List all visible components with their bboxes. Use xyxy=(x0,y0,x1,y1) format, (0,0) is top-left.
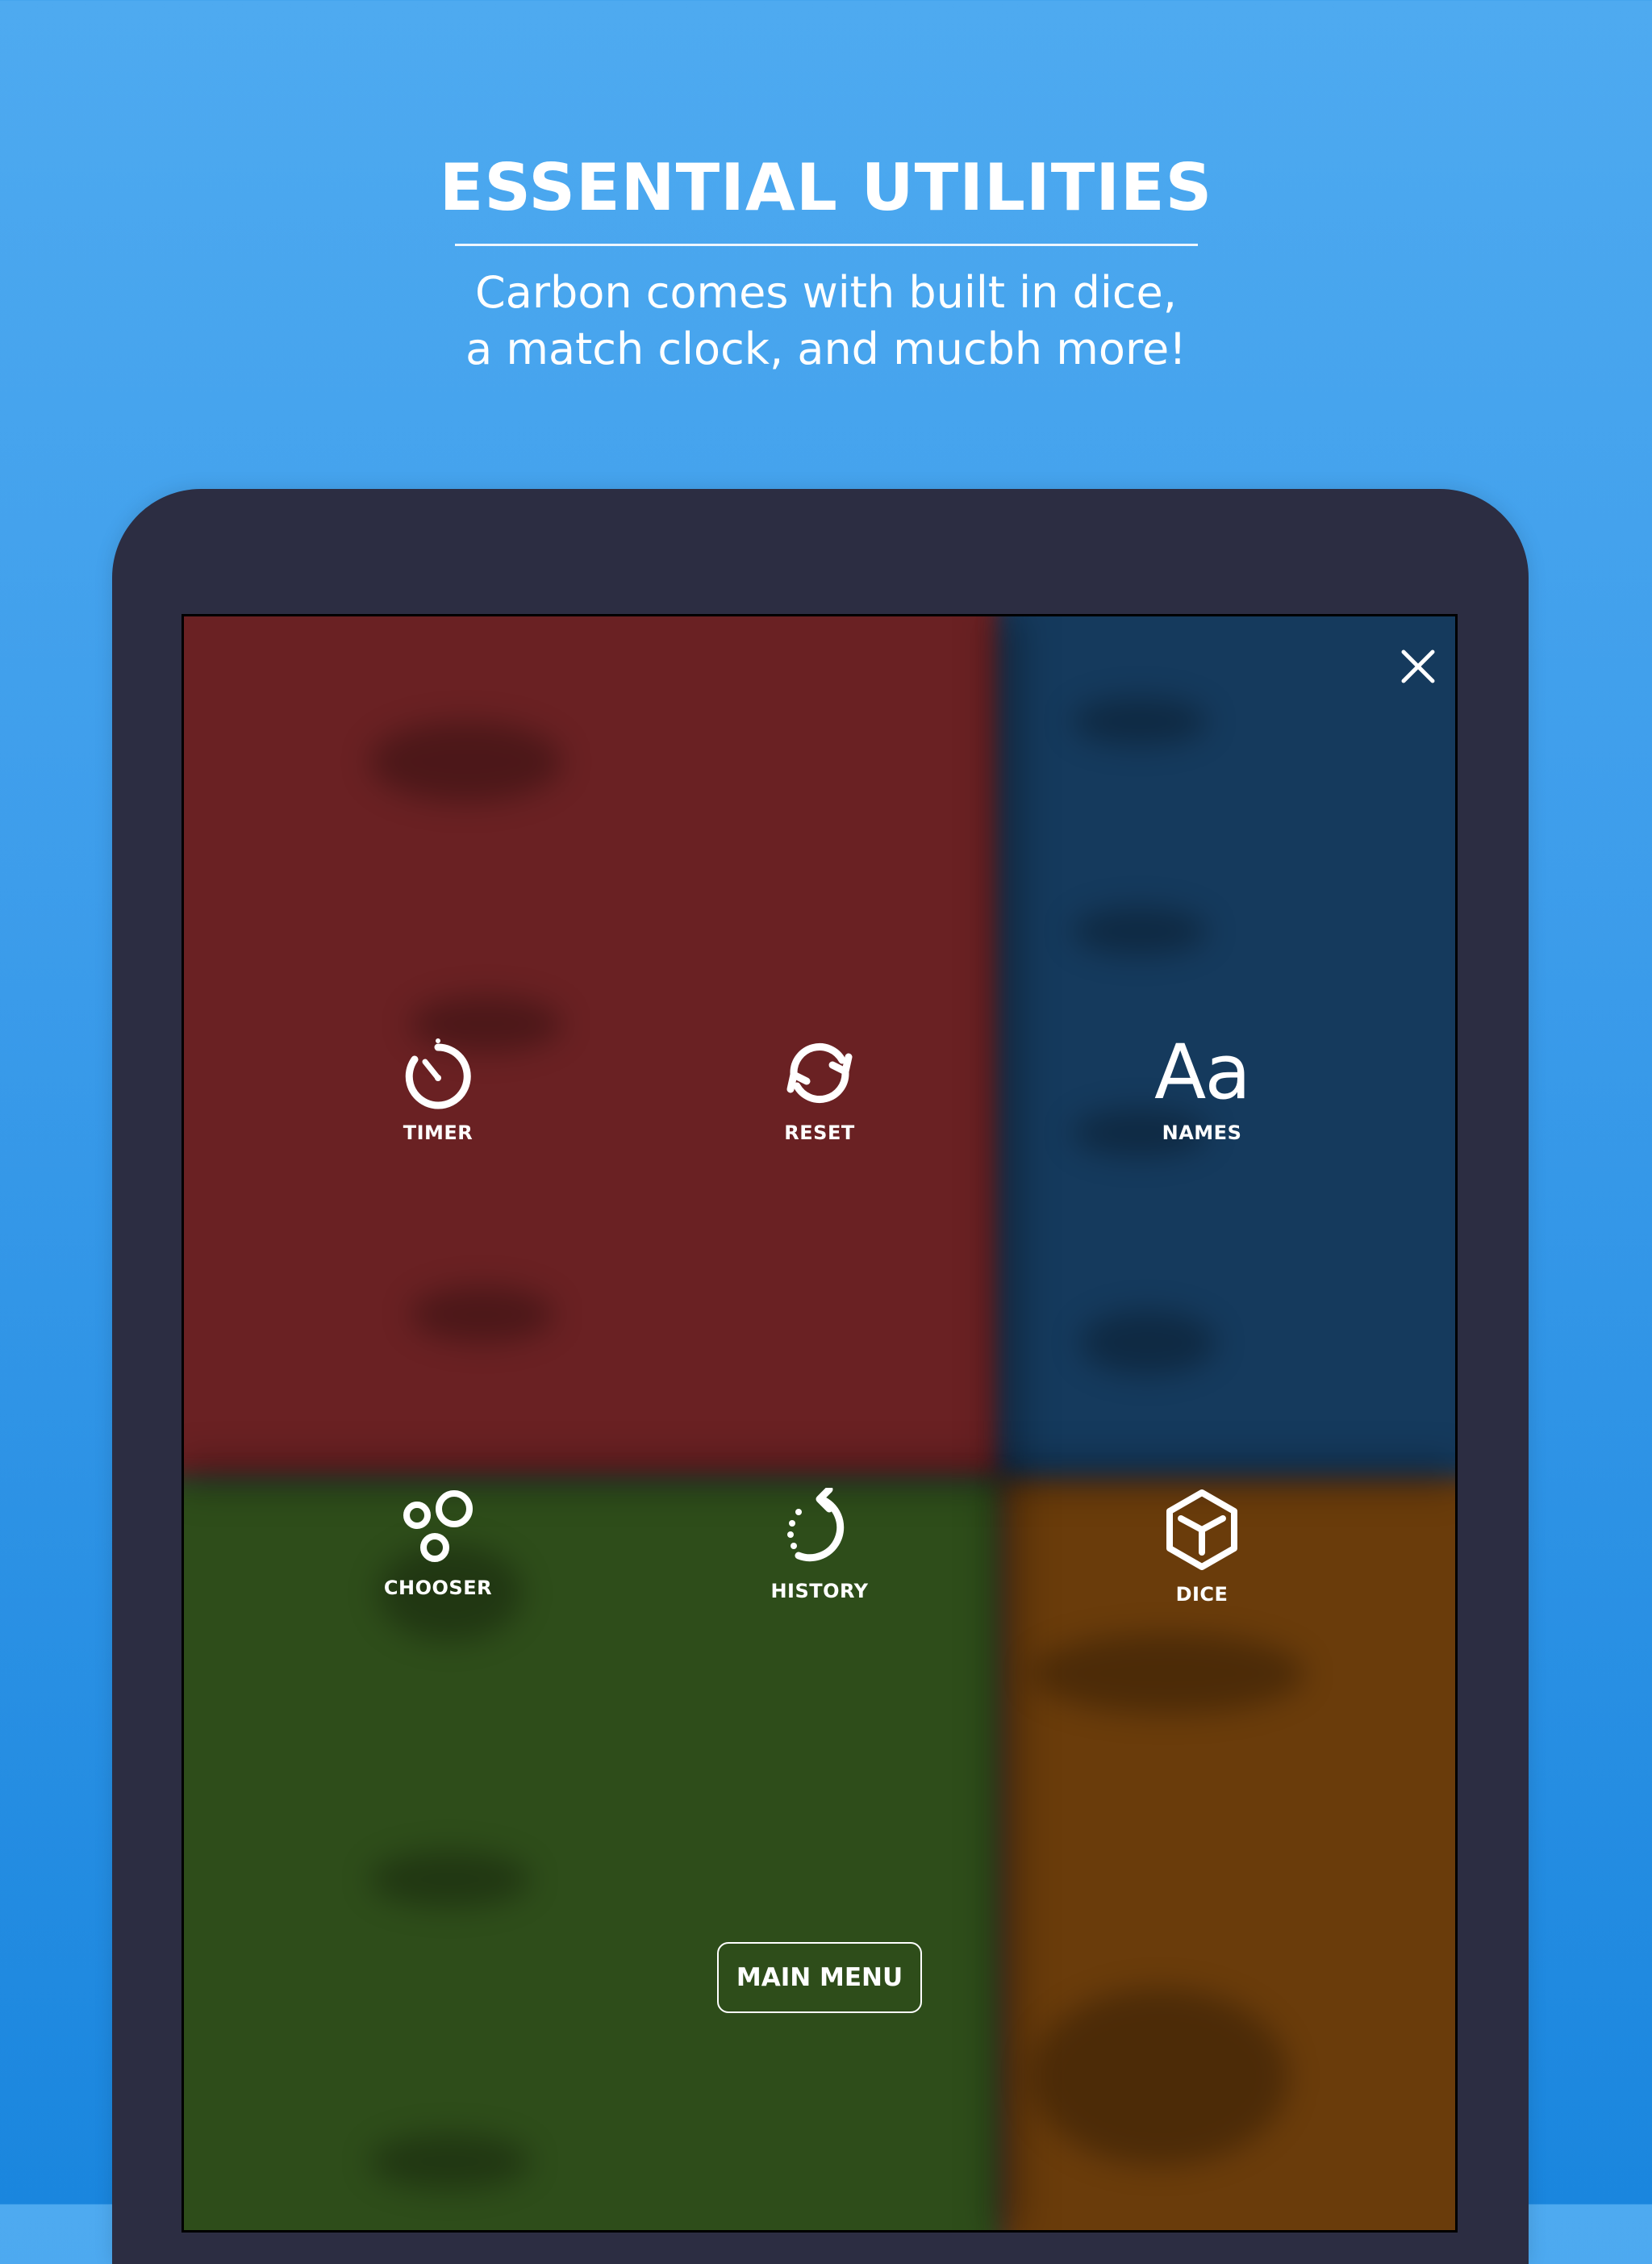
dice-label: DICE xyxy=(1175,1583,1229,1606)
blurred-content xyxy=(410,1286,555,1343)
subtitle-line-1: Carbon comes with built in dice, xyxy=(475,267,1177,318)
promo-subtitle: Carbon comes with built in dice, a match… xyxy=(0,265,1652,378)
blurred-content xyxy=(369,2133,531,2190)
main-menu-button[interactable]: MAIN MENU xyxy=(717,1942,922,2013)
names-label: NAMES xyxy=(1162,1122,1242,1144)
reset-button[interactable]: RESET xyxy=(715,1036,924,1181)
blurred-content xyxy=(1031,1633,1305,1714)
blurred-content xyxy=(369,721,563,802)
chooser-button[interactable]: CHOOSER xyxy=(333,1488,543,1633)
names-icon: Aa xyxy=(1154,1029,1251,1117)
chooser-label: CHOOSER xyxy=(383,1577,493,1599)
timer-icon xyxy=(405,1038,471,1109)
promo-headline: ESSENTIAL UTILITIES xyxy=(439,150,1213,225)
reset-icon xyxy=(786,1043,853,1103)
names-button[interactable]: Aa NAMES xyxy=(1097,1029,1307,1181)
subtitle-line-2: a match clock, and mucbh more! xyxy=(465,324,1187,374)
reset-label: RESET xyxy=(784,1122,855,1144)
timer-label: TIMER xyxy=(403,1122,473,1144)
history-button[interactable]: HISTORY xyxy=(715,1488,924,1633)
history-icon xyxy=(787,1488,845,1562)
app-screen: TIMER RESET Aa NAMES CHOOSER HISTORY DIC… xyxy=(181,614,1458,2233)
blurred-content xyxy=(1031,1988,1289,2166)
timer-button[interactable]: TIMER xyxy=(333,1036,543,1181)
dice-icon xyxy=(1166,1489,1237,1570)
panel-divider-horizontal xyxy=(184,1460,1455,1489)
close-icon xyxy=(1401,650,1435,683)
panel-divider-vertical xyxy=(991,616,1023,2230)
headline-divider xyxy=(455,244,1198,246)
history-label: HISTORY xyxy=(770,1580,869,1602)
chooser-icon xyxy=(403,1490,473,1562)
close-button[interactable] xyxy=(1394,642,1442,691)
blurred-content xyxy=(1079,1310,1216,1375)
blurred-content xyxy=(1071,907,1208,955)
blurred-content xyxy=(369,1851,531,1907)
dice-button[interactable]: DICE xyxy=(1097,1488,1307,1633)
blurred-content xyxy=(1071,697,1208,746)
